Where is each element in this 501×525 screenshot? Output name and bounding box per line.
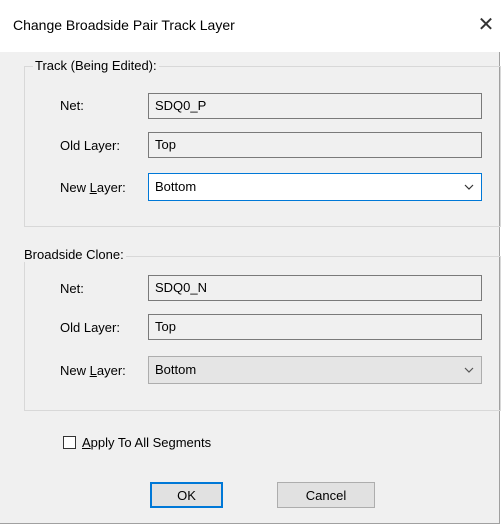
track-net-field: SDQ0_P xyxy=(148,93,482,119)
clone-old-layer-field: Top xyxy=(148,314,482,340)
clone-new-layer-label-pre: New xyxy=(60,363,90,378)
close-icon: ✕ xyxy=(477,13,495,36)
clone-net-label: Net: xyxy=(60,281,84,296)
title-bar: Change Broadside Pair Track Layer ✕ xyxy=(0,0,501,52)
clone-new-layer-label: New Layer: xyxy=(60,363,126,378)
track-old-layer-label: Old Layer: xyxy=(60,138,120,153)
change-layer-dialog: Change Broadside Pair Track Layer ✕ Trac… xyxy=(0,0,501,524)
track-new-layer-label-mnemonic: L xyxy=(89,180,97,195)
close-button[interactable]: ✕ xyxy=(471,8,501,40)
clone-old-layer-label: Old Layer: xyxy=(60,320,120,335)
track-group-legend: Track (Being Edited): xyxy=(33,58,159,73)
track-new-layer-label: New Layer: xyxy=(60,180,126,195)
clone-new-layer-select[interactable]: Bottom xyxy=(148,356,482,384)
chevron-down-icon xyxy=(464,367,474,373)
track-new-layer-label-post: ayer: xyxy=(96,180,126,195)
chevron-down-icon xyxy=(464,184,474,190)
apply-all-label-mnemonic: A xyxy=(82,435,91,450)
dialog-title: Change Broadside Pair Track Layer xyxy=(13,17,235,33)
apply-all-checkbox[interactable] xyxy=(63,436,76,449)
clone-new-layer-label-mnemonic: L xyxy=(89,363,97,378)
clone-net-field: SDQ0_N xyxy=(148,275,482,301)
clone-new-layer-value: Bottom xyxy=(155,362,197,377)
clone-group-legend: Broadside Clone: xyxy=(24,247,126,262)
track-old-layer-field: Top xyxy=(148,132,482,158)
track-net-label: Net: xyxy=(60,98,84,113)
apply-all-label-rest: pply To All Segments xyxy=(90,435,212,450)
track-new-layer-label-pre: New xyxy=(60,180,90,195)
track-new-layer-select[interactable]: Bottom xyxy=(148,173,482,201)
track-new-layer-value: Bottom xyxy=(155,179,197,194)
cancel-button[interactable]: Cancel xyxy=(277,482,375,508)
clone-new-layer-label-post: ayer: xyxy=(96,363,126,378)
ok-button[interactable]: OK xyxy=(150,482,223,508)
apply-all-label[interactable]: Apply To All Segments xyxy=(82,435,211,450)
